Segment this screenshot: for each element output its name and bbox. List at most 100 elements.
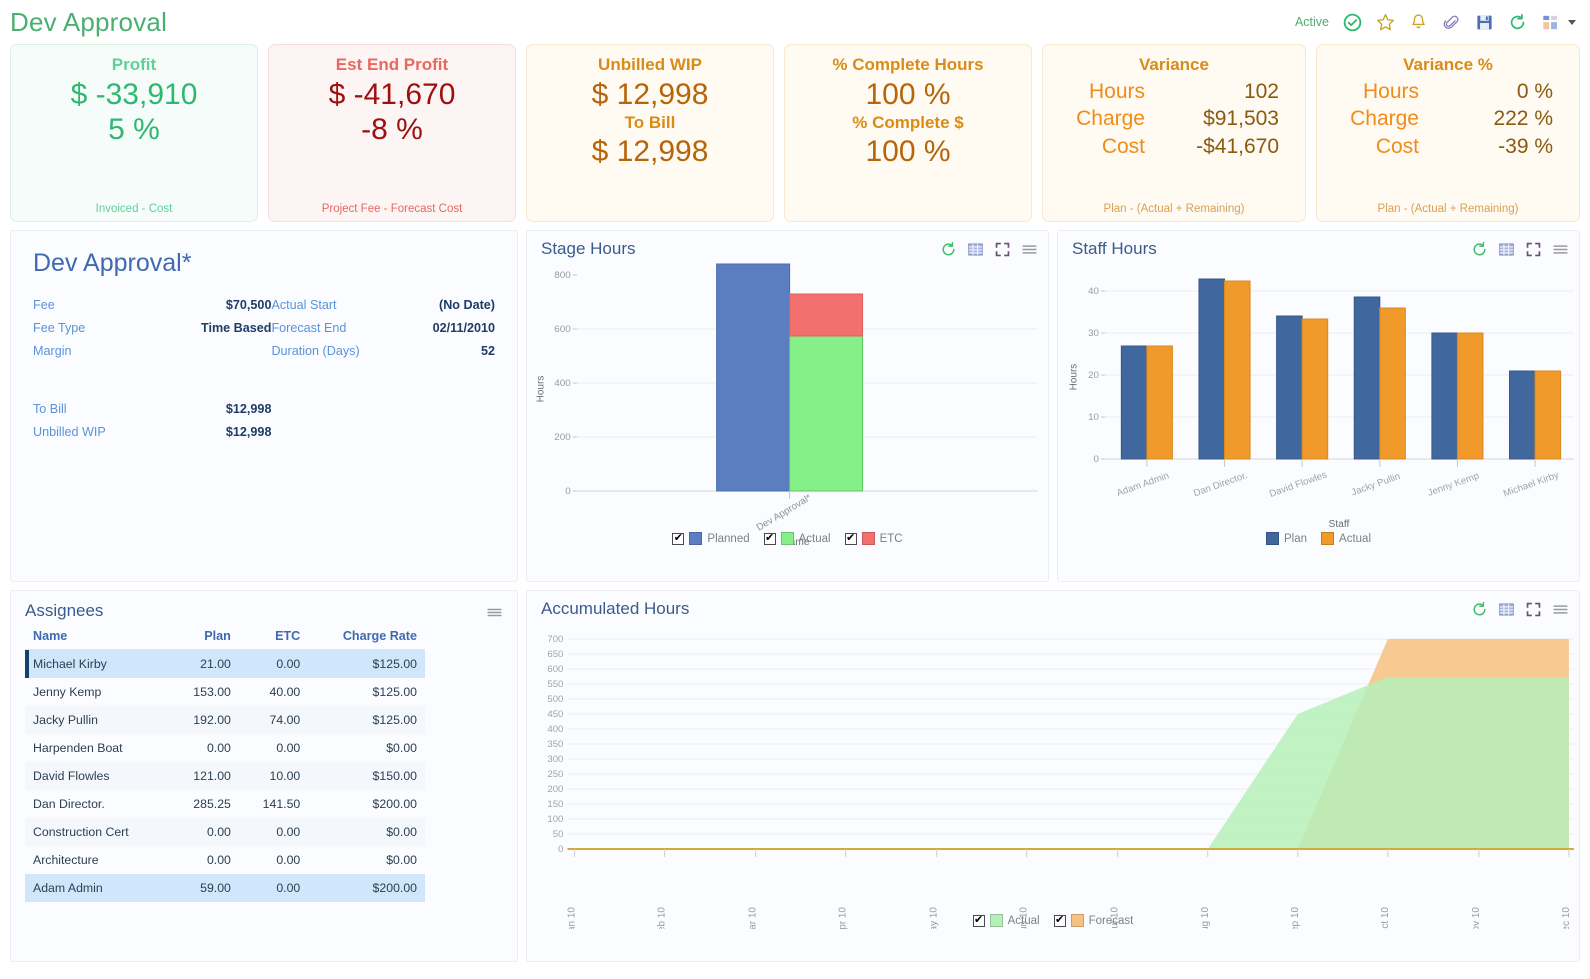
table-row[interactable]: Michael Kirby 21.00 0.00 $125.00 bbox=[25, 649, 425, 678]
legend-item-forecast[interactable]: ✔ Forecast bbox=[1053, 914, 1134, 927]
svg-text:David Flowles: David Flowles bbox=[1268, 469, 1329, 499]
detail-row-forecast-end: Forecast End 02/11/2010 bbox=[271, 321, 495, 335]
kpi-card-variance[interactable]: Variance Hours 102 Charge $91,503 Cost -… bbox=[1042, 44, 1306, 222]
variance-label: Charge bbox=[1076, 107, 1145, 131]
kpi-card-unbilled-wip[interactable]: Unbilled WIP $ 12,998 To Bill $ 12,998 bbox=[526, 44, 774, 222]
menu-icon[interactable] bbox=[1552, 241, 1569, 258]
accumulated-hours-svg: 0 50 100 150 200 250 300 350 400 450 500… bbox=[547, 634, 1574, 929]
kpi-card-variance-percent[interactable]: Variance % Hours 0 % Charge 222 % Cost -… bbox=[1316, 44, 1580, 222]
column-header-name[interactable]: Name bbox=[25, 624, 170, 650]
svg-text:Jenny Kemp: Jenny Kemp bbox=[1426, 471, 1480, 499]
svg-text:450: 450 bbox=[547, 709, 563, 720]
legend-item-plan[interactable]: Plan bbox=[1266, 532, 1307, 545]
bell-icon[interactable] bbox=[1407, 11, 1429, 33]
fullscreen-icon[interactable] bbox=[994, 241, 1011, 258]
svg-text:200: 200 bbox=[554, 432, 571, 443]
header-toolbar: Active bbox=[1295, 11, 1576, 33]
star-icon[interactable] bbox=[1374, 11, 1396, 33]
cell-plan: 59.00 bbox=[169, 874, 239, 902]
cell-name: Dan Director. bbox=[33, 797, 105, 811]
svg-text:400: 400 bbox=[554, 378, 571, 389]
legend-item-etc[interactable]: ✔ ETC bbox=[844, 532, 903, 545]
table-row[interactable]: Dan Director. 285.25 141.50 $200.00 bbox=[25, 790, 425, 818]
legend-label: Actual bbox=[1339, 532, 1371, 545]
project-name: Dev Approval* bbox=[33, 249, 192, 277]
table-row[interactable]: David Flowles 121.00 10.00 $150.00 bbox=[25, 762, 425, 790]
data-table-icon[interactable] bbox=[1498, 241, 1515, 258]
refresh-icon[interactable] bbox=[940, 241, 957, 258]
panel-title: Stage Hours bbox=[541, 239, 636, 258]
check-circle-icon[interactable] bbox=[1341, 11, 1363, 33]
svg-text:0: 0 bbox=[565, 486, 571, 497]
legend-item-actual[interactable]: ✔ Actual bbox=[972, 914, 1040, 927]
table-row[interactable]: Jacky Pullin 192.00 74.00 $125.00 bbox=[25, 706, 425, 734]
cell-etc: 74.00 bbox=[238, 706, 309, 734]
table-row[interactable]: Jenny Kemp 153.00 40.00 $125.00 bbox=[25, 678, 425, 706]
cell-plan: 21.00 bbox=[169, 649, 239, 678]
legend-label: Forecast bbox=[1088, 914, 1134, 927]
legend-checkbox[interactable]: ✔ bbox=[672, 532, 685, 545]
column-header-etc[interactable]: ETC bbox=[238, 624, 309, 650]
table-row[interactable]: Harpenden Boat 0.00 0.00 $0.00 bbox=[25, 734, 425, 762]
accumulated-hours-header: Accumulated Hours bbox=[527, 591, 1579, 619]
menu-icon[interactable] bbox=[1552, 601, 1569, 618]
panel-title: Accumulated Hours bbox=[541, 599, 690, 618]
kpi-value-primary: $ -41,670 bbox=[328, 78, 456, 111]
legend-item-actual[interactable]: ✔ Actual bbox=[763, 532, 831, 545]
stage-hours-svg: 0 200 400 600 800 Hours Dev Approval* Na… bbox=[536, 263, 1038, 548]
menu-icon[interactable] bbox=[486, 604, 503, 626]
legend-checkbox[interactable]: ✔ bbox=[763, 532, 776, 545]
layout-grid-icon[interactable] bbox=[1539, 11, 1561, 33]
kpi-value-primary: $ 12,998 bbox=[591, 78, 709, 111]
table-row[interactable]: Adam Admin 59.00 0.00 $200.00 bbox=[25, 874, 425, 902]
save-icon[interactable] bbox=[1473, 11, 1495, 33]
legend-item-actual[interactable]: Actual bbox=[1321, 532, 1371, 545]
legend-item-planned[interactable]: ✔ Planned bbox=[672, 532, 750, 545]
accumulated-hours-chart[interactable]: 0 50 100 150 200 250 300 350 400 450 500… bbox=[527, 619, 1579, 929]
column-header-charge-rate[interactable]: Charge Rate bbox=[308, 624, 425, 650]
svg-text:350: 350 bbox=[547, 739, 563, 750]
app-header: Dev Approval Active bbox=[0, 0, 1590, 44]
table-header-row: Name Plan ETC Charge Rate bbox=[25, 624, 425, 650]
staff-hours-chart[interactable]: 0 10 20 30 40 Hours Adam Admin Dan Direc… bbox=[1058, 259, 1579, 549]
detail-label: Unbilled WIP bbox=[33, 425, 106, 439]
cell-etc: 10.00 bbox=[238, 762, 309, 790]
chevron-down-icon[interactable] bbox=[1568, 19, 1576, 25]
kpi-card-percent-complete[interactable]: % Complete Hours 100 % % Complete $ 100 … bbox=[784, 44, 1032, 222]
fullscreen-icon[interactable] bbox=[1525, 601, 1542, 618]
refresh-icon[interactable] bbox=[1471, 601, 1488, 618]
staff-hours-header: Staff Hours bbox=[1058, 231, 1579, 259]
table-row[interactable]: Construction Cert 0.00 0.00 $0.00 bbox=[25, 818, 425, 846]
svg-text:0: 0 bbox=[1093, 454, 1098, 465]
legend-label: Actual bbox=[1007, 914, 1040, 927]
table-row[interactable]: Architecture 0.00 0.00 $0.00 bbox=[25, 846, 425, 874]
data-table-icon[interactable] bbox=[1498, 601, 1515, 618]
assignees-table[interactable]: Name Plan ETC Charge Rate Michael Kirby … bbox=[25, 624, 425, 902]
cell-name: Architecture bbox=[33, 853, 99, 867]
data-table-icon[interactable] bbox=[967, 241, 984, 258]
svg-text:Hours: Hours bbox=[1068, 364, 1079, 391]
kpi-card-est-end-profit[interactable]: Est End Profit $ -41,670 -8 % Project Fe… bbox=[268, 44, 516, 222]
legend-checkbox[interactable]: ✔ bbox=[844, 532, 857, 545]
stage-hours-chart[interactable]: 0 200 400 600 800 Hours Dev Approval* Na… bbox=[527, 259, 1048, 549]
cell-plan: 285.25 bbox=[193, 797, 231, 811]
detail-row-actual-start: Actual Start (No Date) bbox=[271, 298, 495, 312]
refresh-icon[interactable] bbox=[1471, 241, 1488, 258]
legend-checkbox[interactable]: ✔ bbox=[972, 914, 985, 927]
legend-swatch bbox=[780, 532, 794, 545]
panel-toolbar bbox=[1471, 601, 1569, 618]
refresh-icon[interactable] bbox=[1506, 11, 1528, 33]
paperclip-icon[interactable] bbox=[1440, 11, 1462, 33]
menu-icon[interactable] bbox=[1021, 241, 1038, 258]
cell-plan: 192.00 bbox=[169, 706, 239, 734]
variance-row: Hours 102 bbox=[1069, 78, 1279, 105]
legend-checkbox[interactable]: ✔ bbox=[1053, 914, 1066, 927]
svg-text:100: 100 bbox=[547, 814, 563, 825]
svg-text:500: 500 bbox=[547, 694, 563, 705]
detail-label: Fee bbox=[33, 298, 55, 312]
kpi-card-profit[interactable]: Profit $ -33,910 5 % Invoiced - Cost bbox=[10, 44, 258, 222]
fullscreen-icon[interactable] bbox=[1525, 241, 1542, 258]
detail-label: To Bill bbox=[33, 402, 67, 416]
cell-charge-rate: $150.00 bbox=[308, 762, 425, 790]
column-header-plan[interactable]: Plan bbox=[169, 624, 239, 650]
